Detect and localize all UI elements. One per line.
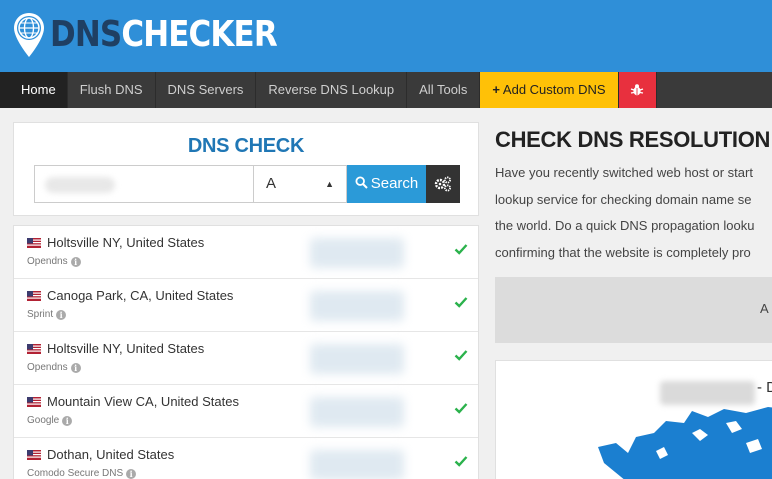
check-icon xyxy=(454,456,468,467)
map-panel: - D xyxy=(495,360,772,479)
result-row: Canoga Park, CA, United States Sprint i xyxy=(14,279,478,332)
result-ip-redacted xyxy=(310,397,404,427)
select-arrows-icon: ▲ xyxy=(325,179,334,189)
ad-banner[interactable]: A xyxy=(495,277,772,343)
page-title: CHECK DNS RESOLUTION xyxy=(495,127,771,152)
world-map xyxy=(598,407,772,479)
search-button-label: Search xyxy=(370,175,419,192)
map-heading-text: - D xyxy=(757,379,772,396)
site-header: DNSCHECKER xyxy=(0,0,772,72)
nav-flush-dns[interactable]: Flush DNS xyxy=(68,72,156,108)
check-icon xyxy=(454,244,468,255)
result-location-text: Holtsville NY, United States xyxy=(47,341,205,356)
record-type-value: A xyxy=(266,175,277,192)
gears-icon xyxy=(434,176,451,192)
us-flag-icon xyxy=(27,237,41,248)
record-type-select[interactable]: A ▲ xyxy=(254,165,347,203)
result-provider: Opendns i xyxy=(27,256,81,267)
dns-check-title: DNS CHECK xyxy=(187,135,305,157)
info-icon[interactable]: i xyxy=(62,415,73,426)
nav-reverse-dns-lookup[interactable]: Reverse DNS Lookup xyxy=(256,72,408,108)
intro-line: lookup service for checking domain name … xyxy=(495,191,752,207)
logo-dns: DNS xyxy=(50,14,122,55)
bug-icon xyxy=(630,84,644,96)
nav-report-bug[interactable] xyxy=(618,72,657,108)
result-provider: Opendns i xyxy=(27,362,81,373)
nav-add-custom-dns[interactable]: + Add Custom DNS xyxy=(480,72,619,108)
intro-line: confirming that the website is completel… xyxy=(495,244,751,260)
intro-text: Have you recently switched web host or s… xyxy=(495,160,772,266)
ad-text: A xyxy=(760,301,769,316)
us-flag-icon xyxy=(27,290,41,301)
result-ip-redacted xyxy=(310,344,404,374)
result-location: Holtsville NY, United States xyxy=(27,341,204,356)
result-location-text: Canoga Park, CA, United States xyxy=(47,288,234,303)
result-row: Holtsville NY, United States Opendns i xyxy=(14,226,478,279)
result-provider-text: Opendns xyxy=(27,362,68,373)
result-provider-text: Sprint xyxy=(27,309,54,320)
intro-line: Have you recently switched web host or s… xyxy=(495,165,753,180)
result-row: Dothan, United States Comodo Secure DNS i xyxy=(14,438,478,479)
result-location: Canoga Park, CA, United States xyxy=(27,288,233,303)
results-list: Holtsville NY, United States Opendns i Ca… xyxy=(13,225,479,479)
result-provider: Google i xyxy=(27,415,73,426)
nav-home[interactable]: Home xyxy=(0,72,68,108)
result-location: Mountain View CA, United States xyxy=(27,394,239,409)
info-icon[interactable]: i xyxy=(70,362,81,373)
result-row: Holtsville NY, United States Opendns i xyxy=(14,332,478,385)
result-ip-redacted xyxy=(310,450,404,479)
search-button[interactable]: Search xyxy=(347,165,426,203)
result-ip-redacted xyxy=(310,291,404,321)
plus-icon: + xyxy=(492,82,500,97)
result-provider: Comodo Secure DNS i xyxy=(27,468,137,479)
us-flag-icon xyxy=(27,396,41,407)
check-icon xyxy=(454,403,468,414)
intro-line: the world. Do a quick DNS propagation lo… xyxy=(495,218,755,233)
result-provider: Sprint i xyxy=(27,309,67,320)
info-icon[interactable]: i xyxy=(56,309,67,320)
site-logo[interactable]: DNSCHECKER xyxy=(12,8,314,62)
result-provider-text: Opendns xyxy=(27,256,68,267)
us-flag-icon xyxy=(27,343,41,354)
search-icon xyxy=(355,176,368,189)
result-location-text: Mountain View CA, United States xyxy=(47,394,239,409)
check-icon xyxy=(454,350,468,361)
result-location: Holtsville NY, United States xyxy=(27,235,204,250)
us-flag-icon xyxy=(27,449,41,460)
check-icon xyxy=(454,297,468,308)
logo-text: DNSCHECKER xyxy=(50,14,278,55)
globe-pin-icon xyxy=(12,11,46,59)
result-provider-text: Comodo Secure DNS xyxy=(27,468,124,479)
map-domain-redacted xyxy=(660,381,755,405)
nav-dns-servers[interactable]: DNS Servers xyxy=(156,72,257,108)
result-location: Dothan, United States xyxy=(27,447,174,462)
result-row: Mountain View CA, United States Google i xyxy=(14,385,478,438)
result-ip-redacted xyxy=(310,238,404,268)
result-provider-text: Google xyxy=(27,415,60,426)
result-location-text: Holtsville NY, United States xyxy=(47,235,205,250)
settings-button[interactable] xyxy=(426,165,460,203)
result-location-text: Dothan, United States xyxy=(47,447,175,462)
info-icon[interactable]: i xyxy=(70,256,81,267)
nav-add-custom-dns-label: Add Custom DNS xyxy=(502,82,606,97)
domain-value-redacted xyxy=(45,177,115,193)
dns-check-panel: DNS CHECK A ▲ Search xyxy=(13,122,479,216)
nav-all-tools[interactable]: All Tools xyxy=(407,72,481,108)
main-nav: Home Flush DNS DNS Servers Reverse DNS L… xyxy=(0,72,772,108)
logo-checker: CHECKER xyxy=(121,14,277,55)
info-icon[interactable]: i xyxy=(126,468,137,479)
domain-input[interactable] xyxy=(34,165,254,203)
